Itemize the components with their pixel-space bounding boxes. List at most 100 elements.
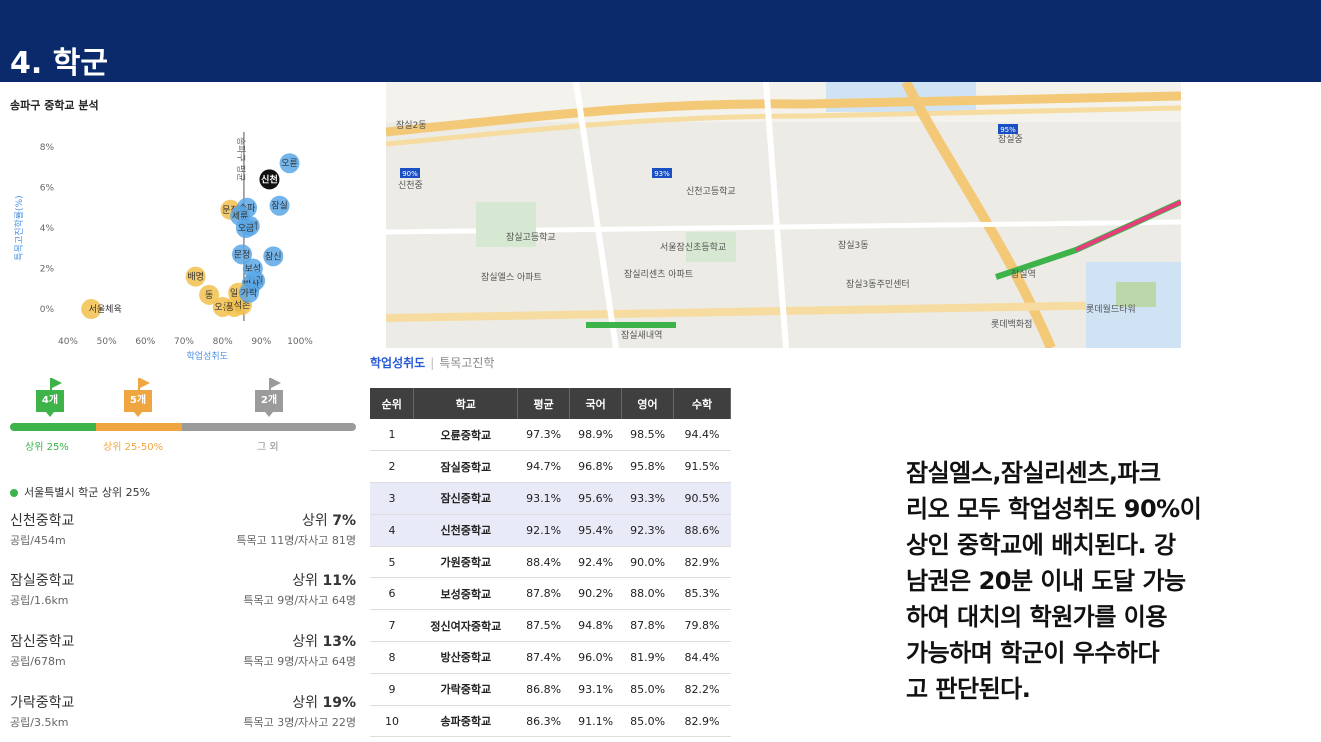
scatter-chart: 0% 2% 4% 6% 8% 40% 50% 60% 70% 80% 90% 100% 학업성취도 특목고… xyxy=(14,132,313,362)
col-korean: 국어 xyxy=(569,388,623,419)
table-cell: 잠실중학교 xyxy=(413,450,518,484)
svg-text:93%: 93% xyxy=(654,170,670,178)
map-label: 잠실3동 xyxy=(838,240,869,251)
y-tick-label: 2% xyxy=(40,265,55,275)
table-row[interactable]: 10 송파중학교 86.3% 91.1% 85.0% 82.9% xyxy=(370,705,731,738)
table-cell: 87.4% xyxy=(517,641,570,674)
table-body: 1 오륜중학교 97.3% 98.9% 98.5% 94.4% 2 잠실중학교 94.7% 96.… xyxy=(370,419,731,738)
school-rank: 상위 11% xyxy=(292,573,356,589)
table-row[interactable]: 8 방산중학교 87.4% 96.0% 81.9% 84.4% xyxy=(370,641,731,674)
table-cell: 82.9% xyxy=(673,546,731,579)
map-label: 신천중 xyxy=(398,180,423,191)
y-tick-label: 6% xyxy=(40,184,55,194)
school-card[interactable]: 가락중학교 상위 19% 공립/3.5km 특목고 3명/자사고 22명 xyxy=(10,692,356,742)
tier-top-flag: 4개 xyxy=(36,378,64,417)
table-cell: 88.0% xyxy=(621,577,674,611)
y-tick-label: 0% xyxy=(40,305,55,315)
table-cell: 10 xyxy=(370,705,414,738)
map-pin[interactable]: 90% xyxy=(400,168,420,178)
table-cell: 5 xyxy=(370,546,414,579)
table-cell: 92.1% xyxy=(517,514,570,547)
analysis-comment: 잠실엘스,잠실리센츠,파크 리오 모두 학업성취도 90%이 상인 중학교에 배… xyxy=(906,455,1296,707)
school-card[interactable]: 잠신중학교 상위 13% 공립/678m 특목고 9명/자사고 64명 xyxy=(10,631,356,681)
table-cell: 93.1% xyxy=(517,482,570,515)
table-cell: 1 xyxy=(370,419,414,452)
table-row[interactable]: 7 정신여자중학교 87.5% 94.8% 87.8% 79.8% xyxy=(370,609,731,643)
school-name: 잠신중학교 xyxy=(10,634,75,650)
table-cell: 방산중학교 xyxy=(413,641,518,674)
school-spec: 특목고 9명/자사고 64명 xyxy=(243,594,356,607)
map-pin[interactable]: 95% xyxy=(998,124,1018,134)
table-cell: 7 xyxy=(370,609,414,643)
table-cell: 정신여자중학교 xyxy=(413,609,518,643)
svg-text:90%: 90% xyxy=(402,170,418,178)
table-cell: 가원중학교 xyxy=(413,546,518,579)
map-graphic: 잠실2동 잠실3동 잠실역 잠실새내역 롯데월드타워 신천중 신천고등학교 잠실… xyxy=(386,82,1181,348)
table-cell: 98.9% xyxy=(569,419,622,452)
table-cell: 95.6% xyxy=(569,482,622,515)
table-row[interactable]: 9 가락중학교 86.8% 93.1% 85.0% 82.2% xyxy=(370,673,731,706)
table-cell: 97.3% xyxy=(517,419,570,452)
table-row[interactable]: 2 잠실중학교 94.7% 96.8% 95.8% 91.5% xyxy=(370,450,731,484)
table-cell: 88.4% xyxy=(517,546,570,579)
school-sub: 공립/1.6km xyxy=(10,594,69,607)
table-cell: 보성중학교 xyxy=(413,577,518,611)
point-label: 가락 xyxy=(241,287,258,299)
comment-line: 고 판단된다. xyxy=(906,675,1031,703)
table-row[interactable]: 5 가원중학교 88.4% 92.4% 90.0% 82.9% xyxy=(370,546,731,579)
legend-label: 서울특별시 학군 상위 25% xyxy=(24,486,151,499)
y-tick-label: 4% xyxy=(40,224,55,234)
tier-top-bar xyxy=(10,423,96,431)
point-label: 동 xyxy=(205,290,213,301)
tab-separator: | xyxy=(430,356,435,370)
school-rank: 상위 19% xyxy=(292,695,356,711)
x-tick-label: 100% xyxy=(287,337,313,347)
tier-top-label: 상위 25% xyxy=(25,442,69,453)
map-view[interactable]: 잠실2동 잠실3동 잠실역 잠실새내역 롯데월드타워 신천중 신천고등학교 잠실… xyxy=(386,82,1181,348)
col-math: 수학 xyxy=(673,388,731,419)
map-pin[interactable]: 93% xyxy=(652,168,672,178)
school-rank: 상위 7% xyxy=(302,513,356,529)
comment-line: 상인 중학교에 배치된다. 강 xyxy=(906,531,1176,559)
table-cell: 잠신중학교 xyxy=(413,482,518,515)
table-row[interactable]: 3 잠신중학교 93.1% 95.6% 93.3% 90.5% xyxy=(370,482,731,515)
school-sub: 공립/454m xyxy=(10,534,66,547)
school-spec: 특목고 3명/자사고 22명 xyxy=(243,716,356,729)
point-label: 문정 xyxy=(234,249,251,260)
tab-special-high[interactable]: 특목고진학 xyxy=(439,356,494,370)
table-cell: 92.4% xyxy=(569,546,622,579)
legend-dot xyxy=(10,489,18,497)
ranking-table: 순위 학교 평균 국어 영어 수학 1 오륜중학교 97.3% 98.9% 98.5% 9… xyxy=(370,388,731,738)
table-row[interactable]: 1 오륜중학교 97.3% 98.9% 98.5% 94.4% xyxy=(370,419,731,452)
map-label: 잠실2동 xyxy=(396,120,427,131)
tier-mid-flag: 5개 xyxy=(124,378,152,417)
school-name: 잠실중학교 xyxy=(10,573,75,589)
map-label: 잠실3동주민센터 xyxy=(846,279,910,290)
table-cell: 85.0% xyxy=(621,705,674,738)
table-cell: 94.8% xyxy=(569,609,622,643)
school-card[interactable]: 신천중학교 상위 7% 공립/454m 특목고 11명/자사고 81명 xyxy=(10,510,356,560)
tier-rest-count: 2개 xyxy=(255,390,283,412)
map-label: 잠실새내역 xyxy=(621,330,662,341)
tier-rest-flag: 2개 xyxy=(255,378,283,417)
comment-line: 리오 모두 학업성취도 90%이 xyxy=(906,495,1202,523)
tab-achievement[interactable]: 학업성취도 xyxy=(370,356,425,370)
tier-mid-label: 상위 25-50% xyxy=(103,442,164,453)
x-tick-label: 40% xyxy=(58,337,78,347)
table-cell: 95.4% xyxy=(569,514,622,547)
table-cell: 96.0% xyxy=(569,641,622,674)
x-axis-label: 학업성취도 xyxy=(186,351,227,362)
map-label: 잠실역 xyxy=(1011,269,1036,280)
table-cell: 86.8% xyxy=(517,673,570,706)
table-row[interactable]: 6 보성중학교 87.8% 90.2% 88.0% 85.3% xyxy=(370,577,731,611)
table-cell: 98.5% xyxy=(621,419,674,452)
y-axis-label: 특목고진학률(%) xyxy=(14,195,25,260)
table-cell: 82.9% xyxy=(673,705,731,738)
table-cell: 송파중학교 xyxy=(413,705,518,738)
map-label: 잠실리센츠 아파트 xyxy=(624,269,693,280)
table-row[interactable]: 4 신천중학교 92.1% 95.4% 92.3% 88.6% xyxy=(370,514,731,547)
table-cell: 85.3% xyxy=(673,577,731,611)
school-card[interactable]: 잠실중학교 상위 11% 공립/1.6km 특목고 9명/자사고 64명 xyxy=(10,570,356,620)
school-sub: 공립/3.5km xyxy=(10,716,69,729)
tier-mid-count: 5개 xyxy=(124,390,152,412)
